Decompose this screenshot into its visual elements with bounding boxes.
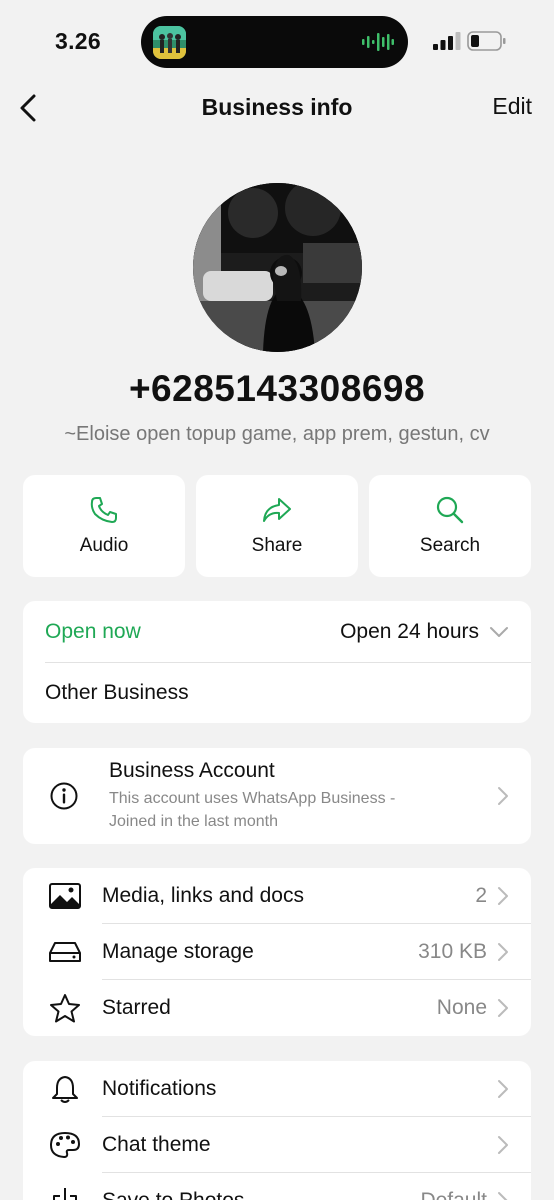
business-account-title: Business Account <box>109 759 275 782</box>
chevron-right-icon <box>498 1136 508 1154</box>
media-links-docs-row[interactable]: Media, links and docs 2 <box>23 868 531 924</box>
starred-row[interactable]: Starred None <box>23 980 531 1036</box>
search-label: Search <box>419 535 481 556</box>
audio-waveform-icon <box>362 33 394 51</box>
share-arrow-icon <box>263 498 291 522</box>
business-category: Other Business <box>45 681 189 704</box>
share-button[interactable]: Share <box>196 475 358 577</box>
manage-storage-row[interactable]: Manage storage 310 KB <box>23 924 531 980</box>
save-to-photos-label: Save to Photos <box>102 1189 244 1200</box>
open-status: Open now <box>45 620 141 643</box>
business-account-card[interactable]: Business Account This account uses Whats… <box>23 748 531 844</box>
edit-button[interactable]: Edit <box>492 93 532 120</box>
chevron-right-icon <box>498 999 508 1017</box>
star-icon <box>50 994 80 1023</box>
dynamic-island[interactable] <box>141 16 408 68</box>
chat-theme-row[interactable]: Chat theme <box>23 1117 531 1173</box>
business-hours-card: Open now Open 24 hours Other Business <box>23 601 531 723</box>
info-icon <box>50 782 78 810</box>
media-card: Media, links and docs 2 Manage storage 3… <box>23 868 531 1036</box>
profile-avatar[interactable] <box>193 183 362 352</box>
business-account-subtitle: This account uses WhatsApp Business - Jo… <box>109 790 396 830</box>
storage-icon <box>49 942 81 962</box>
share-label: Share <box>251 535 303 556</box>
save-photos-icon <box>53 1188 77 1200</box>
audio-call-button[interactable]: Audio <box>23 475 185 577</box>
profile-about-text: ~Eloise open topup game, app prem, gestu… <box>64 423 490 445</box>
media-count: 2 <box>475 884 487 907</box>
profile-phone-number: +6285143308698 <box>128 368 426 409</box>
starred-value: None <box>436 996 487 1019</box>
image-icon <box>49 883 81 909</box>
now-playing-app-icon <box>153 26 186 59</box>
notifications-label: Notifications <box>102 1077 217 1100</box>
starred-label: Starred <box>102 996 171 1019</box>
chevron-right-icon <box>498 887 508 905</box>
chat-settings-card: Notifications Chat theme <box>23 1061 531 1200</box>
bell-icon <box>52 1076 78 1103</box>
hours-schedule: Open 24 hours <box>340 620 479 643</box>
audio-call-label: Audio <box>79 535 129 556</box>
media-links-docs-label: Media, links and docs <box>102 884 304 907</box>
chevron-right-icon <box>498 943 508 961</box>
action-buttons: Audio Share Search <box>23 475 531 577</box>
save-to-photos-row[interactable]: Save to Photos Default <box>23 1173 531 1200</box>
signal-icon <box>433 32 461 50</box>
storage-size: 310 KB <box>418 940 487 963</box>
status-bar: 3.26 <box>0 0 554 80</box>
notifications-row[interactable]: Notifications <box>23 1061 531 1117</box>
save-to-photos-value: Default <box>420 1189 487 1200</box>
search-button[interactable]: Search <box>369 475 531 577</box>
battery-icon <box>467 31 506 51</box>
manage-storage-label: Manage storage <box>102 940 254 963</box>
chat-theme-label: Chat theme <box>102 1133 211 1156</box>
chevron-right-icon <box>498 787 508 805</box>
navigation-bar: Business info Edit <box>0 82 554 134</box>
status-time: 3.26 <box>55 28 101 54</box>
chevron-down-icon <box>490 627 508 637</box>
page-title: Business info <box>201 94 353 120</box>
chevron-right-icon <box>498 1080 508 1098</box>
business-hours-row[interactable]: Open now Open 24 hours <box>23 601 531 663</box>
palette-icon <box>50 1132 80 1158</box>
search-icon <box>436 496 464 524</box>
chevron-right-icon <box>498 1192 508 1200</box>
phone-icon <box>90 497 117 523</box>
